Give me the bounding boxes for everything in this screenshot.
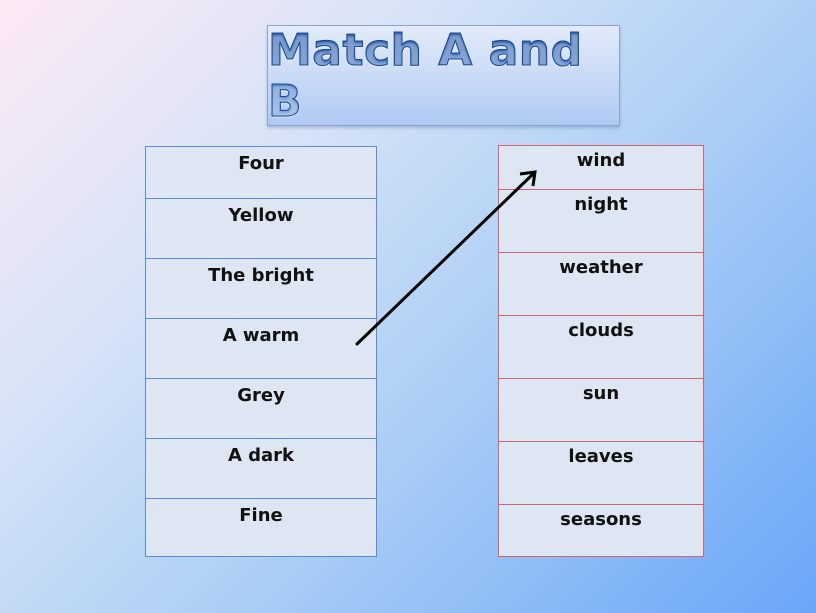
column-b-cell[interactable]: leaves [499, 442, 703, 505]
column-a-cell[interactable]: Fine [146, 499, 376, 556]
column-a-cell[interactable]: The bright [146, 259, 376, 319]
column-b-cell[interactable]: seasons [499, 505, 703, 556]
column-b-cell[interactable]: weather [499, 253, 703, 316]
column-b-table: wind night weather clouds sun leaves sea… [498, 145, 704, 557]
page-title: Match A and B [268, 24, 619, 127]
column-a-cell[interactable]: Grey [146, 379, 376, 439]
column-a-table: Four Yellow The bright A warm Grey A dar… [145, 146, 377, 557]
column-b-cell[interactable]: night [499, 190, 703, 253]
column-b-cell[interactable]: sun [499, 379, 703, 442]
title-box: Match A and B [267, 24, 620, 127]
column-a-cell[interactable]: Four [146, 147, 376, 199]
column-b-cell[interactable]: clouds [499, 316, 703, 379]
column-b-cell[interactable]: wind [499, 146, 703, 190]
column-a-cell[interactable]: A warm [146, 319, 376, 379]
column-a-cell[interactable]: A dark [146, 439, 376, 499]
column-a-cell[interactable]: Yellow [146, 199, 376, 259]
